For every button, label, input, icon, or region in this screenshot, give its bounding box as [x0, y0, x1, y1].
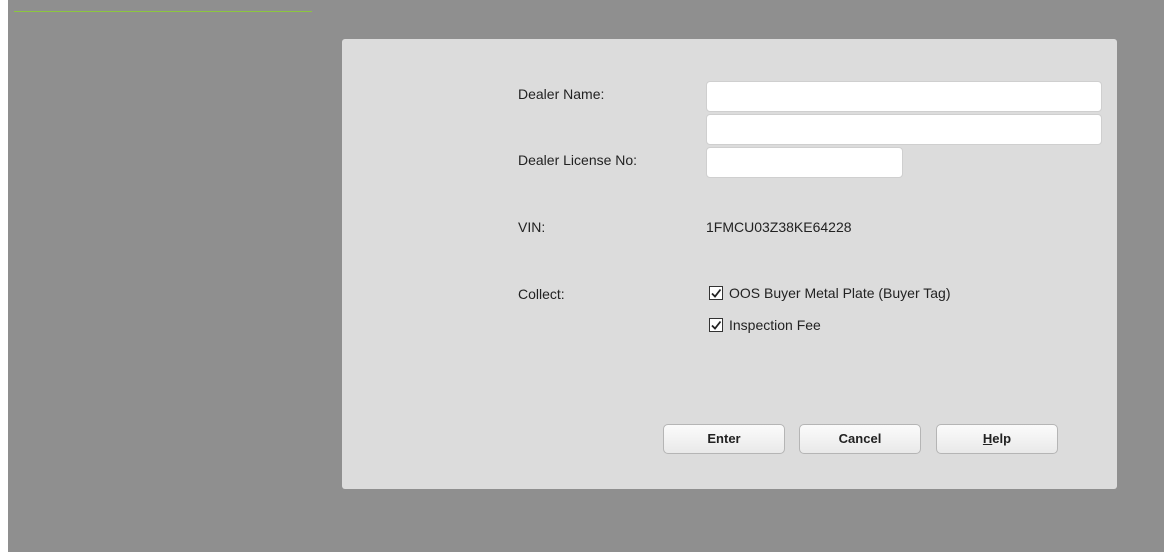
dealer-dialog: Dealer Name: Dealer License No: VIN: 1FM… — [342, 39, 1117, 489]
dealer-name-input-line2[interactable] — [706, 114, 1102, 145]
enter-button[interactable]: Enter — [663, 424, 785, 454]
dealer-license-label: Dealer License No: — [518, 152, 638, 168]
collect-buyer-tag-row[interactable]: OOS Buyer Metal Plate (Buyer Tag) — [709, 285, 951, 301]
dealer-name-label: Dealer Name: — [518, 86, 605, 102]
dealer-name-input-line1[interactable] — [706, 81, 1102, 112]
checkmark-icon — [711, 288, 722, 298]
help-mnemonic: H — [982, 431, 993, 446]
vin-label: VIN: — [518, 219, 546, 235]
buyer-tag-label: OOS Buyer Metal Plate (Buyer Tag) — [729, 285, 951, 301]
collect-label: Collect: — [518, 286, 565, 302]
dealer-license-input[interactable] — [706, 147, 903, 178]
help-label-rest: elp — [992, 431, 1012, 446]
progress-line — [14, 11, 312, 12]
collect-inspection-fee-row[interactable]: Inspection Fee — [709, 317, 821, 333]
buyer-tag-checkbox[interactable] — [709, 286, 723, 300]
cancel-button[interactable]: Cancel — [799, 424, 921, 454]
checkmark-icon — [711, 320, 722, 330]
inspection-fee-checkbox[interactable] — [709, 318, 723, 332]
help-button[interactable]: Help — [936, 424, 1058, 454]
vin-value: 1FMCU03Z38KE64228 — [706, 219, 852, 235]
inspection-fee-label: Inspection Fee — [729, 317, 821, 333]
